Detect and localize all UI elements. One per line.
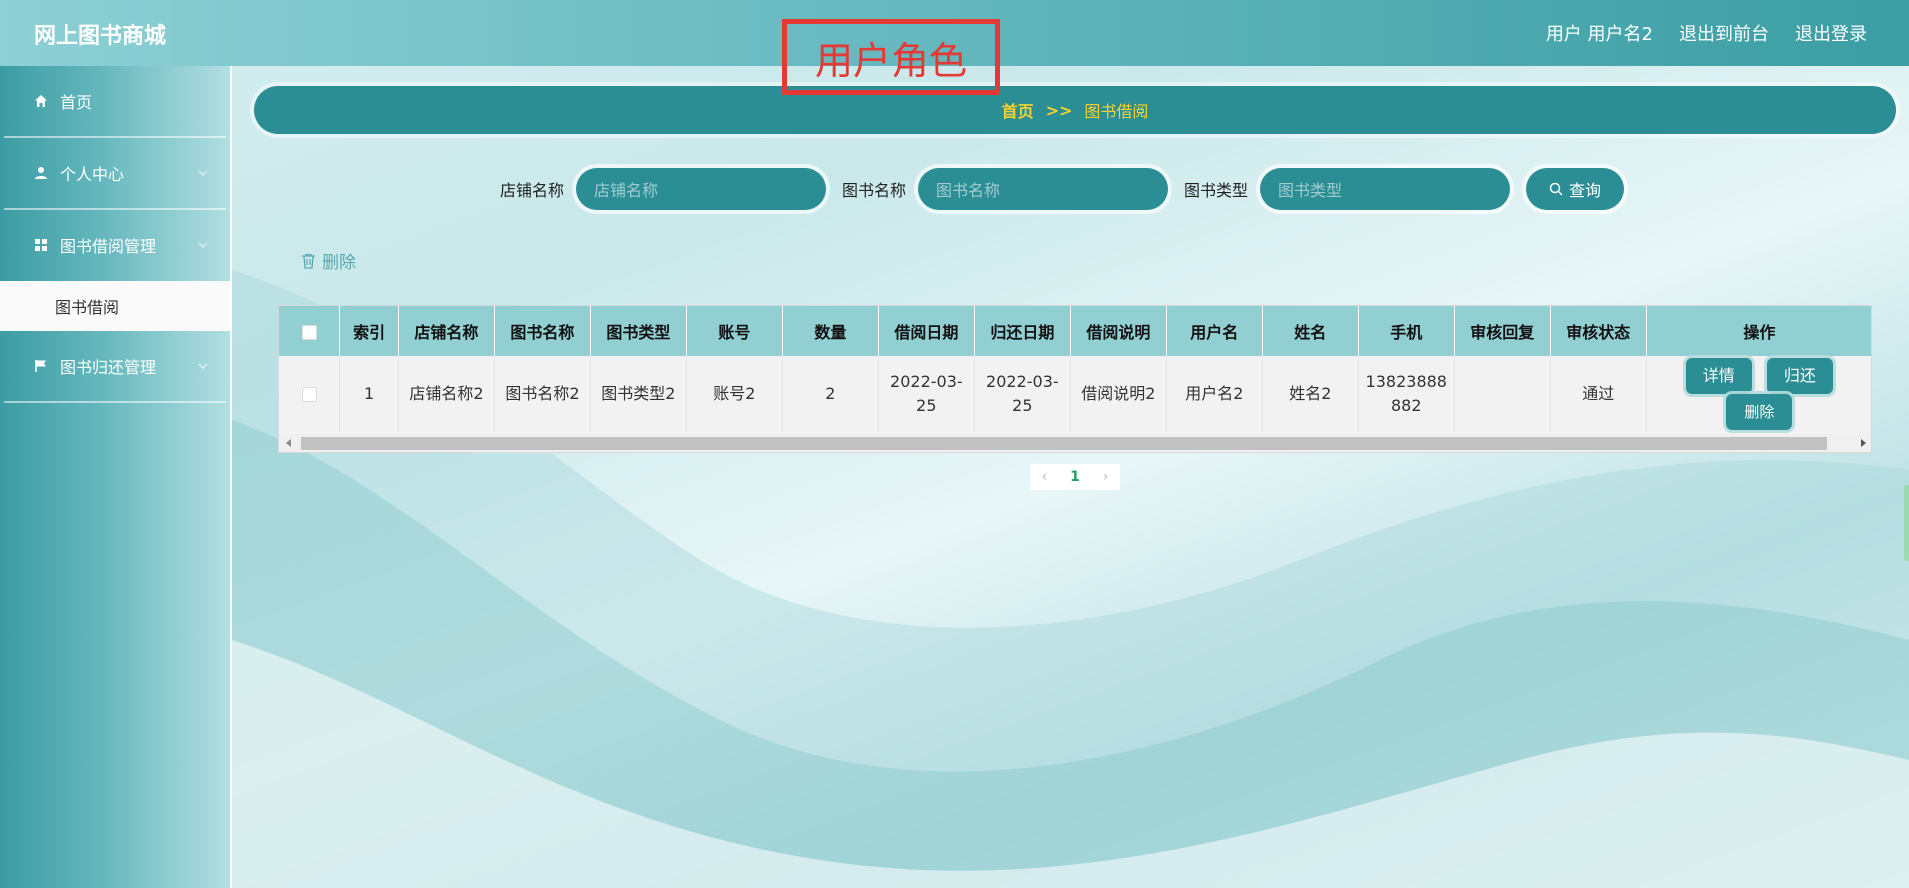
batch-delete-label: 删除 [322, 253, 356, 273]
cell-account: 账号2 [686, 356, 783, 432]
scroll-left-icon[interactable] [283, 437, 295, 449]
breadcrumb-home-link[interactable]: 首页 [1002, 98, 1034, 122]
book-name-label: 图书名称 [842, 181, 907, 200]
row-checkbox[interactable] [301, 387, 317, 402]
trash-icon [302, 253, 315, 269]
column-header: 账号 [686, 306, 783, 356]
cell-reply [1454, 356, 1551, 432]
horizontal-scrollbar[interactable] [279, 434, 1871, 452]
book-name-input[interactable]: 图书名称 [918, 168, 1169, 210]
breadcrumb: 首页 >> 图书借阅 [254, 86, 1896, 134]
cell-note: 借阅说明2 [1070, 356, 1167, 432]
book-type-label: 图书类型 [1184, 181, 1249, 200]
sidebar-item-label: 个人中心 [60, 165, 125, 184]
column-header: 用户名 [1166, 306, 1263, 356]
detail-button[interactable]: 详情 [1685, 358, 1752, 394]
logout-link[interactable]: 退出登录 [1795, 20, 1867, 46]
cell-shop: 店铺名称2 [398, 356, 495, 432]
pagination: ‹ 1 › [1030, 464, 1120, 490]
sidebar-item-label: 首页 [60, 93, 93, 112]
shop-name-input[interactable]: 店铺名称 [576, 168, 827, 210]
search-button-label: 查询 [1569, 181, 1602, 200]
home-icon [32, 92, 50, 110]
user-icon [32, 164, 50, 182]
cell-name: 姓名2 [1262, 356, 1359, 432]
column-header: 店铺名称 [398, 306, 495, 356]
cell-type: 图书类型2 [590, 356, 687, 432]
column-header: 借阅说明 [1070, 306, 1167, 356]
cell-book: 图书名称2 [494, 356, 591, 432]
column-header: 数量 [782, 306, 879, 356]
sidebar-item-borrow-management[interactable]: 图书借阅管理 [0, 210, 230, 280]
cell-borrow-date: 2022-03-25 [878, 356, 975, 432]
sidebar-item-label: 图书归还管理 [60, 358, 157, 377]
search-form: 店铺名称 店铺名称 图书名称 图书名称 图书类型 图书类型 查询 [500, 168, 1625, 210]
search-icon [1549, 182, 1563, 196]
brand-title: 网上图书商城 [34, 24, 167, 49]
cell-qty: 2 [782, 356, 879, 432]
column-header: 姓名 [1262, 306, 1359, 356]
column-header: 审核回复 [1454, 306, 1551, 356]
column-header: 借阅日期 [878, 306, 975, 356]
breadcrumb-current: 图书借阅 [1084, 102, 1149, 121]
column-header: 归还日期 [974, 306, 1071, 356]
column-header: 索引 [339, 306, 399, 356]
current-user-link[interactable]: 用户 用户名2 [1546, 20, 1653, 46]
cell-status: 通过 [1550, 356, 1647, 432]
column-header: 手机 [1358, 306, 1455, 356]
header-links: 用户 用户名2 退出到前台 退出登录 [1546, 20, 1867, 46]
column-header: 审核状态 [1550, 306, 1647, 356]
data-table: 索引 店铺名称 图书名称 图书类型 账号 数量 借阅日期 归还日期 借阅说明 用… [278, 305, 1872, 453]
cell-index: 1 [339, 356, 399, 432]
divider [4, 401, 226, 403]
table-header-row: 索引 店铺名称 图书名称 图书类型 账号 数量 借阅日期 归还日期 借阅说明 用… [279, 306, 1871, 356]
page-number-current[interactable]: 1 [1070, 469, 1080, 485]
scroll-right-icon[interactable] [1857, 437, 1869, 449]
flag-icon [32, 357, 50, 375]
role-annotation-box: 用户角色 [782, 19, 1000, 95]
shop-name-label: 店铺名称 [500, 181, 565, 200]
sidebar-item-label: 图书借阅管理 [60, 237, 157, 256]
batch-delete-button[interactable]: 删除 [301, 248, 356, 273]
sidebar-item-return-management[interactable]: 图书归还管理 [0, 331, 230, 401]
breadcrumb-separator: >> [1045, 100, 1073, 120]
cell-operations: 详情 归还 删除 [1646, 356, 1871, 432]
cell-phone: 13823888882 [1358, 356, 1455, 432]
column-header: 操作 [1646, 306, 1871, 356]
scrollbar-thumb[interactable] [301, 437, 1827, 450]
back-to-frontend-link[interactable]: 退出到前台 [1679, 20, 1769, 46]
chevron-down-icon [198, 170, 208, 176]
column-header: 图书类型 [590, 306, 687, 356]
column-header: 图书名称 [494, 306, 591, 356]
chevron-down-icon [198, 363, 208, 369]
select-all-header[interactable] [279, 306, 341, 356]
sidebar: 首页 个人中心 图书借阅管理 图书借阅 图书归还管理 [0, 66, 232, 888]
return-button[interactable]: 归还 [1766, 358, 1833, 394]
next-page-icon[interactable]: › [1103, 469, 1109, 485]
table-row: 1 店铺名称2 图书名称2 图书类型2 账号2 2 2022-03-25 202… [279, 356, 1871, 432]
delete-row-button[interactable]: 删除 [1726, 394, 1793, 430]
side-edge-tab[interactable] [1904, 485, 1909, 561]
chevron-down-icon [198, 242, 208, 248]
search-button[interactable]: 查询 [1526, 168, 1625, 210]
row-select-cell[interactable] [279, 356, 341, 432]
book-type-input[interactable]: 图书类型 [1260, 168, 1511, 210]
sidebar-item-home[interactable]: 首页 [0, 66, 230, 136]
cell-username: 用户名2 [1166, 356, 1263, 432]
sidebar-subitem-book-borrow[interactable]: 图书借阅 [0, 281, 230, 331]
select-all-checkbox[interactable] [301, 324, 317, 340]
prev-page-icon[interactable]: ‹ [1042, 469, 1048, 485]
grid-icon [32, 236, 50, 254]
cell-return-date: 2022-03-25 [974, 356, 1071, 432]
sidebar-item-personal-center[interactable]: 个人中心 [0, 138, 230, 208]
